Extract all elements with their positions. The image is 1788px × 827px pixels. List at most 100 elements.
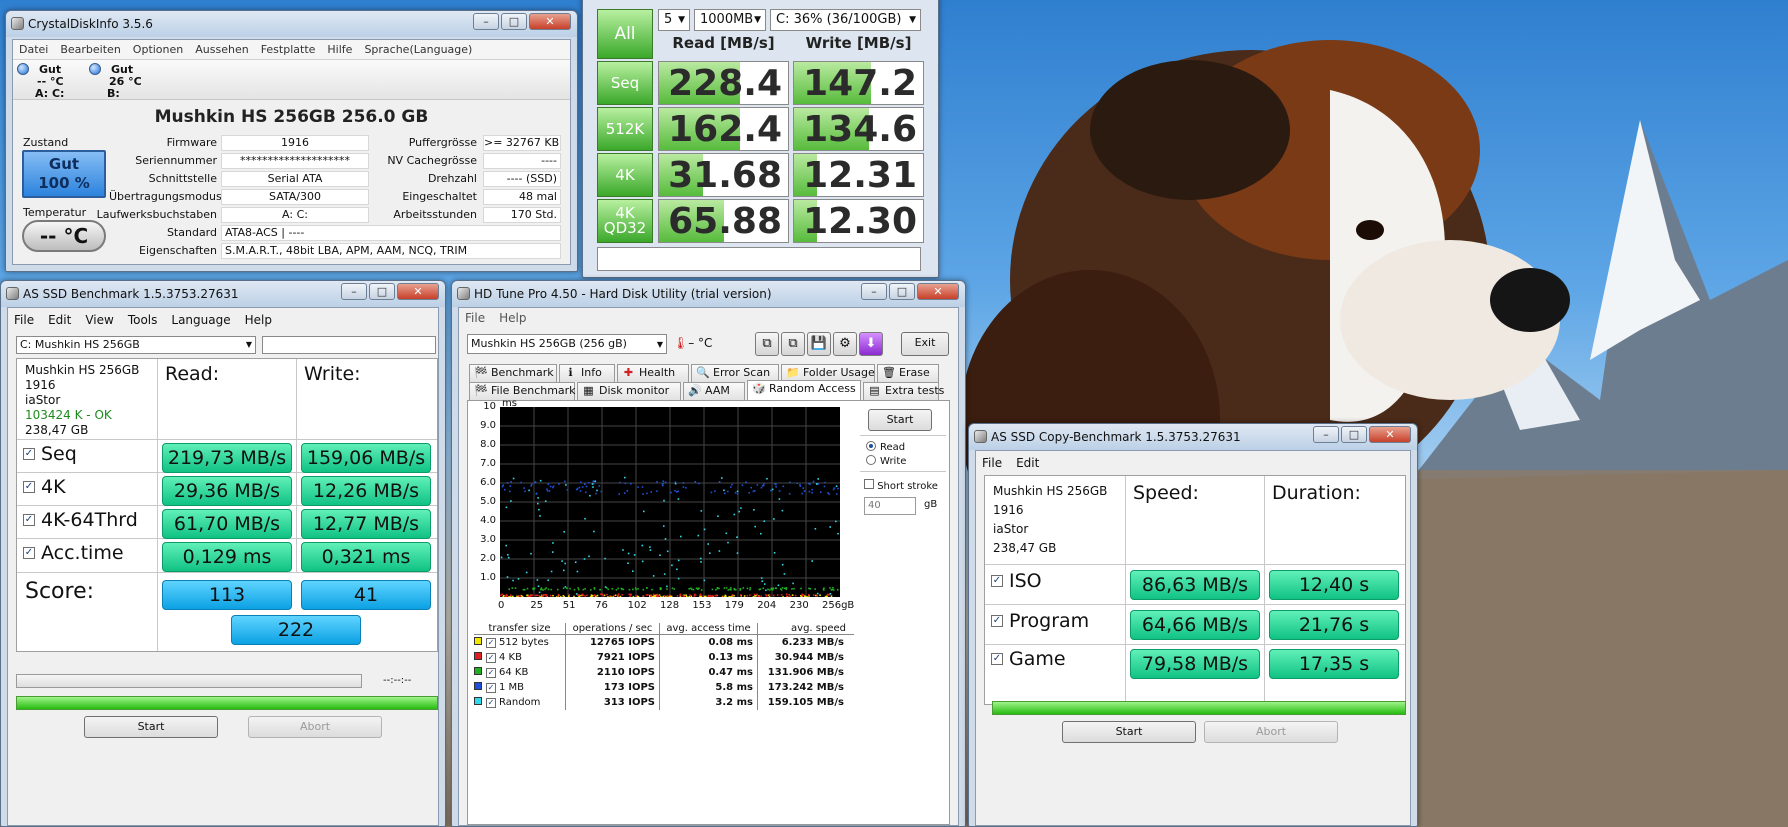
- exit-button[interactable]: Exit: [901, 332, 949, 356]
- 4k-test-button[interactable]: 4K: [597, 153, 653, 197]
- access-time-point: [811, 488, 813, 491]
- maximize-button[interactable]: □: [501, 13, 527, 30]
- minimize-button[interactable]: –: [473, 13, 499, 30]
- menu-aussehen[interactable]: Aussehen: [195, 43, 248, 56]
- radio-selected-icon: [866, 441, 876, 451]
- checkbox-checked-icon[interactable]: ✓: [23, 547, 35, 559]
- short-stroke-checkbox[interactable]: Short stroke: [864, 479, 938, 492]
- checkbox-checked-icon[interactable]: ✓: [486, 638, 496, 648]
- tab-aam[interactable]: 🔊 AAM: [683, 382, 745, 400]
- asc-titlebar[interactable]: AS SSD Copy-Benchmark 1.5.3753.27631 – □…: [969, 424, 1417, 450]
- menu-datei[interactable]: Datei: [19, 43, 48, 56]
- 4k-row-label[interactable]: ✓ 4K: [23, 476, 66, 498]
- checkbox-checked-icon[interactable]: ✓: [991, 615, 1003, 627]
- cdi-titlebar[interactable]: CrystalDiskInfo 3.5.6 – □ ✕: [6, 11, 577, 37]
- menu-file[interactable]: File: [982, 456, 1002, 470]
- close-button[interactable]: ✕: [529, 13, 571, 30]
- run-all-button[interactable]: All: [597, 9, 653, 59]
- checkbox-checked-icon[interactable]: ✓: [486, 668, 496, 678]
- tab-extra-tests[interactable]: ▤ Extra tests: [863, 382, 944, 400]
- access-time-point: [773, 552, 776, 554]
- close-button[interactable]: ✕: [917, 283, 959, 300]
- iso-row-label[interactable]: ✓ ISO: [991, 570, 1042, 592]
- menu-festplatte[interactable]: Festplatte: [261, 43, 316, 56]
- checkbox-checked-icon[interactable]: ✓: [486, 683, 496, 693]
- menu-language[interactable]: Language: [171, 313, 230, 327]
- drive-select[interactable]: C: Mushkin HS 256GB: [16, 336, 256, 354]
- download-icon[interactable]: ⬇: [859, 332, 883, 356]
- checkbox-checked-icon[interactable]: ✓: [991, 653, 1003, 665]
- start-button[interactable]: Start: [1062, 721, 1196, 743]
- random-access-start-button[interactable]: Start: [868, 409, 932, 431]
- temperature-display[interactable]: -- °C: [22, 220, 106, 252]
- checkbox-checked-icon[interactable]: ✓: [23, 448, 35, 460]
- checkbox-checked-icon[interactable]: ✓: [991, 575, 1003, 587]
- menu-optionen[interactable]: Optionen: [133, 43, 183, 56]
- program-row-label[interactable]: ✓ Program: [991, 610, 1089, 632]
- minimize-button[interactable]: –: [341, 283, 367, 300]
- target-path-field[interactable]: [262, 336, 436, 354]
- access-time-point: [535, 594, 537, 597]
- menu-hilfe[interactable]: Hilfe: [327, 43, 352, 56]
- short-stroke-size-input[interactable]: 40: [864, 497, 916, 515]
- target-drive-select[interactable]: C: 36% (36/100GB): [770, 9, 921, 31]
- menu-file[interactable]: File: [465, 311, 485, 325]
- 4k-write-result: 12.31: [793, 153, 924, 197]
- menu-help[interactable]: Help: [245, 313, 272, 327]
- maximize-button[interactable]: □: [1341, 426, 1367, 443]
- drive-select[interactable]: Mushkin HS 256GB (256 gB): [467, 334, 667, 354]
- menu-tools[interactable]: Tools: [128, 313, 158, 327]
- close-button[interactable]: ✕: [397, 283, 439, 300]
- tab-random-access[interactable]: 🎲 Random Access: [747, 380, 861, 400]
- menu-edit[interactable]: Edit: [48, 313, 71, 327]
- start-button[interactable]: Start: [84, 716, 218, 738]
- 4k-64thrd-row-label[interactable]: ✓ 4K-64Thrd: [23, 509, 138, 531]
- runs-select[interactable]: 5: [658, 9, 690, 31]
- menu-bearbeiten[interactable]: Bearbeiten: [60, 43, 120, 56]
- test-size-select[interactable]: 1000MB: [694, 9, 766, 31]
- drive-status-b[interactable]: Gut 26 °C B:: [89, 63, 159, 100]
- menu-help[interactable]: Help: [499, 311, 526, 325]
- acc-time-row-label[interactable]: ✓ Acc.time: [23, 542, 124, 564]
- read-radio[interactable]: Read: [866, 441, 905, 453]
- seq-test-button[interactable]: Seq: [597, 61, 653, 105]
- maximize-button[interactable]: □: [889, 283, 915, 300]
- access-time-point: [637, 486, 639, 488]
- menu-file[interactable]: File: [14, 313, 34, 327]
- access-time-point: [573, 588, 576, 591]
- comment-field[interactable]: [597, 247, 921, 271]
- tab-benchmark[interactable]: 🏁 Benchmark: [469, 364, 557, 382]
- menu-edit[interactable]: Edit: [1016, 456, 1039, 470]
- tab-file-benchmark[interactable]: 🏁 File Benchmark: [469, 382, 576, 400]
- minimize-button[interactable]: –: [1313, 426, 1339, 443]
- drive-status-a-c[interactable]: Gut -- °C A: C:: [17, 63, 87, 100]
- checkbox-checked-icon[interactable]: ✓: [23, 481, 35, 493]
- 4k-qd32-test-button[interactable]: 4K QD32: [597, 199, 653, 243]
- game-row-label[interactable]: ✓ Game: [991, 648, 1066, 670]
- abort-button[interactable]: Abort: [1204, 721, 1338, 743]
- checkbox-checked-icon[interactable]: ✓: [486, 653, 496, 663]
- minimize-button[interactable]: –: [861, 283, 887, 300]
- save-icon[interactable]: 💾: [807, 332, 831, 356]
- seq-row-label[interactable]: ✓ Seq: [23, 443, 77, 465]
- copy-text-icon[interactable]: ⧉: [755, 332, 779, 356]
- hdt-titlebar[interactable]: HD Tune Pro 4.50 - Hard Disk Utility (tr…: [452, 281, 965, 307]
- copy-screenshot-icon[interactable]: ⧉: [781, 332, 805, 356]
- write-radio[interactable]: Write: [866, 455, 906, 467]
- access-time-point: [582, 588, 585, 591]
- tab-erase[interactable]: 🗑 Erase: [877, 364, 939, 382]
- options-icon[interactable]: ⚙: [833, 332, 857, 356]
- health-status-button[interactable]: Gut 100 %: [22, 150, 106, 198]
- menu-sprache[interactable]: Sprache(Language): [364, 43, 472, 56]
- tab-disk-monitor[interactable]: ▦ Disk monitor: [577, 382, 681, 400]
- checkbox-checked-icon[interactable]: ✓: [486, 698, 496, 708]
- checkbox-checked-icon[interactable]: ✓: [23, 514, 35, 526]
- tab-health[interactable]: ✚ Health: [617, 364, 689, 382]
- asb-titlebar[interactable]: AS SSD Benchmark 1.5.3753.27631 – □ ✕: [1, 281, 445, 307]
- tab-info[interactable]: ℹ Info: [559, 364, 615, 382]
- abort-button[interactable]: Abort: [248, 716, 382, 738]
- 512k-test-button[interactable]: 512K: [597, 107, 653, 151]
- maximize-button[interactable]: □: [369, 283, 395, 300]
- close-button[interactable]: ✕: [1369, 426, 1411, 443]
- menu-view[interactable]: View: [85, 313, 113, 327]
